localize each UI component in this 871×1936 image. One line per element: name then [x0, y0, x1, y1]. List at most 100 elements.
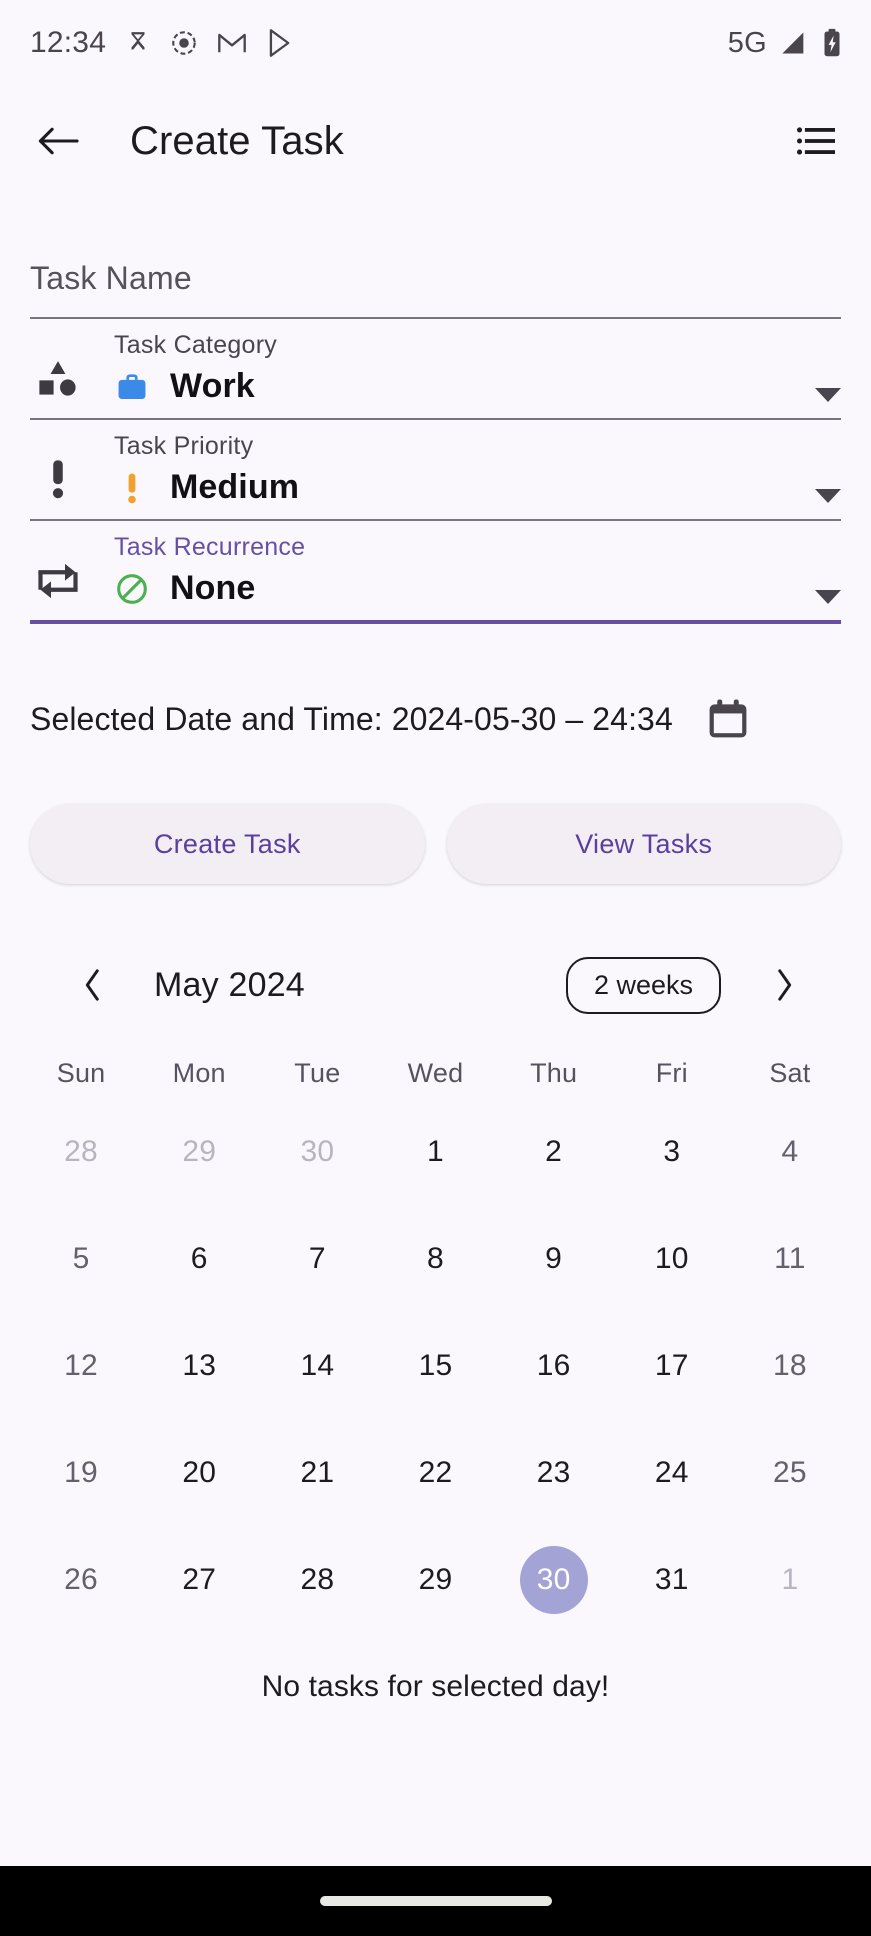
- calendar-day-number[interactable]: 4: [756, 1118, 824, 1186]
- calendar-day-cell[interactable]: 13: [140, 1321, 258, 1410]
- view-tasks-button[interactable]: View Tasks: [446, 804, 841, 884]
- calendar-day-number[interactable]: 28: [283, 1546, 351, 1614]
- calendar-day-cell[interactable]: 2: [495, 1107, 613, 1196]
- calendar-day-number[interactable]: 10: [638, 1225, 706, 1293]
- calendar-day-cell[interactable]: 24: [613, 1428, 731, 1517]
- calendar-day-number[interactable]: 2: [520, 1118, 588, 1186]
- calendar-day-cell[interactable]: 5: [22, 1214, 140, 1303]
- calendar-day-number[interactable]: 18: [756, 1332, 824, 1400]
- briefcase-icon: [114, 370, 150, 404]
- calendar-range-chip[interactable]: 2 weeks: [565, 956, 721, 1014]
- calendar-day-number[interactable]: 15: [401, 1332, 469, 1400]
- calendar-day-number[interactable]: 28: [47, 1118, 115, 1186]
- calendar-day-cell[interactable]: 7: [258, 1214, 376, 1303]
- calendar-day-cell[interactable]: 29: [376, 1535, 494, 1624]
- calendar-prev-button[interactable]: [70, 962, 116, 1008]
- calendar-picker-button[interactable]: [705, 696, 751, 742]
- calendar-day-number[interactable]: 29: [165, 1118, 233, 1186]
- calendar-day-cell[interactable]: 6: [140, 1214, 258, 1303]
- calendar-day-cell[interactable]: 15: [376, 1321, 494, 1410]
- calendar-day-cell[interactable]: 21: [258, 1428, 376, 1517]
- create-task-button[interactable]: Create Task: [30, 804, 425, 884]
- calendar-day-cell[interactable]: 20: [140, 1428, 258, 1517]
- calendar-day-number[interactable]: 1: [756, 1546, 824, 1614]
- weekday-label: Sun: [56, 1058, 106, 1088]
- task-recurrence-dropdown-button[interactable]: [797, 590, 841, 608]
- task-priority-value-line: Medium: [114, 468, 797, 507]
- calendar-day-cell[interactable]: 8: [376, 1214, 494, 1303]
- calendar-day-cell[interactable]: 3: [613, 1107, 731, 1196]
- calendar-day-number[interactable]: 19: [47, 1439, 115, 1507]
- calendar-day-cell[interactable]: 25: [731, 1428, 849, 1517]
- calendar-day-cell[interactable]: 19: [22, 1428, 140, 1517]
- calendar-day-number[interactable]: 13: [165, 1332, 233, 1400]
- calendar-day-number[interactable]: 27: [165, 1546, 233, 1614]
- calendar-day-number[interactable]: 3: [638, 1118, 706, 1186]
- calendar-day-number[interactable]: 9: [520, 1225, 588, 1293]
- calendar-day-cell[interactable]: 28: [258, 1535, 376, 1624]
- calendar-day-number[interactable]: 20: [165, 1439, 233, 1507]
- calendar-day-cell[interactable]: 28: [22, 1107, 140, 1196]
- back-button[interactable]: [30, 113, 86, 169]
- calendar-day-number[interactable]: 22: [401, 1439, 469, 1507]
- task-category-value-line: Work: [114, 367, 797, 406]
- calendar-day-cell[interactable]: 31: [613, 1535, 731, 1624]
- calendar-day-cell[interactable]: 11: [731, 1214, 849, 1303]
- weekday-label: Sat: [769, 1058, 811, 1088]
- calendar-day-cell[interactable]: 14: [258, 1321, 376, 1410]
- task-name-input[interactable]: Task Name: [30, 260, 841, 317]
- calendar-day-cell[interactable]: 16: [495, 1321, 613, 1410]
- calendar-day-number[interactable]: 30: [283, 1118, 351, 1186]
- calendar-day-cell[interactable]: 23: [495, 1428, 613, 1517]
- task-priority-field[interactable]: Task Priority Medium: [30, 420, 841, 519]
- calendar-day-cell[interactable]: 30: [258, 1107, 376, 1196]
- calendar-next-button[interactable]: [761, 962, 807, 1008]
- calendar-day-cell[interactable]: 1: [731, 1535, 849, 1624]
- calendar-day-cell[interactable]: 1: [376, 1107, 494, 1196]
- calendar-day-number[interactable]: 5: [47, 1225, 115, 1293]
- calendar-day-cell[interactable]: 12: [22, 1321, 140, 1410]
- calendar-day-number[interactable]: 1: [401, 1118, 469, 1186]
- calendar-day-cell[interactable]: 26: [22, 1535, 140, 1624]
- status-bar-clock: 12:34: [30, 26, 107, 59]
- calendar-day-number[interactable]: 23: [520, 1439, 588, 1507]
- calendar-day-cell[interactable]: 27: [140, 1535, 258, 1624]
- calendar-day-number[interactable]: 16: [520, 1332, 588, 1400]
- home-handle[interactable]: [319, 1896, 552, 1906]
- calendar-day-number[interactable]: 21: [283, 1439, 351, 1507]
- calendar-day-selected[interactable]: 30: [519, 1545, 588, 1614]
- task-name-field[interactable]: Task Name: [30, 196, 841, 317]
- calendar-day-cell[interactable]: 29: [140, 1107, 258, 1196]
- calendar-day-number[interactable]: 29: [401, 1546, 469, 1614]
- calendar-day-number[interactable]: 8: [401, 1225, 469, 1293]
- calendar-week-row: 12 13 14 15 16 17 18: [22, 1321, 849, 1410]
- calendar-day-cell[interactable]: 9: [495, 1214, 613, 1303]
- action-buttons: Create Task View Tasks: [0, 742, 871, 884]
- task-recurrence-field[interactable]: Task Recurrence None: [30, 521, 841, 620]
- weekday-label: Fri: [655, 1058, 688, 1088]
- calendar-day-number[interactable]: 17: [638, 1332, 706, 1400]
- calendar-day-number[interactable]: 31: [638, 1546, 706, 1614]
- signal-icon: [779, 29, 809, 57]
- chevron-down-icon: [815, 590, 841, 604]
- calendar-day-cell[interactable]: 22: [376, 1428, 494, 1517]
- status-bar-right: 5G: [728, 27, 843, 60]
- calendar-day-cell[interactable]: 4: [731, 1107, 849, 1196]
- calendar-day-cell[interactable]: 30: [495, 1535, 613, 1624]
- calendar-day-number[interactable]: 24: [638, 1439, 706, 1507]
- calendar-day-number[interactable]: 26: [47, 1546, 115, 1614]
- calendar-day-number[interactable]: 14: [283, 1332, 351, 1400]
- calendar-day-number[interactable]: 11: [756, 1225, 824, 1293]
- gmail-icon: [217, 30, 247, 56]
- hamburger-menu-button[interactable]: [791, 116, 841, 166]
- calendar-day-number[interactable]: 12: [47, 1332, 115, 1400]
- calendar-day-cell[interactable]: 17: [613, 1321, 731, 1410]
- calendar-day-cell[interactable]: 18: [731, 1321, 849, 1410]
- calendar-day-number[interactable]: 7: [283, 1225, 351, 1293]
- task-category-field[interactable]: Task Category Work: [30, 319, 841, 418]
- calendar-day-cell[interactable]: 10: [613, 1214, 731, 1303]
- calendar-day-number[interactable]: 6: [165, 1225, 233, 1293]
- calendar-day-number[interactable]: 25: [756, 1439, 824, 1507]
- task-category-dropdown-button[interactable]: [797, 388, 841, 406]
- task-priority-dropdown-button[interactable]: [797, 489, 841, 507]
